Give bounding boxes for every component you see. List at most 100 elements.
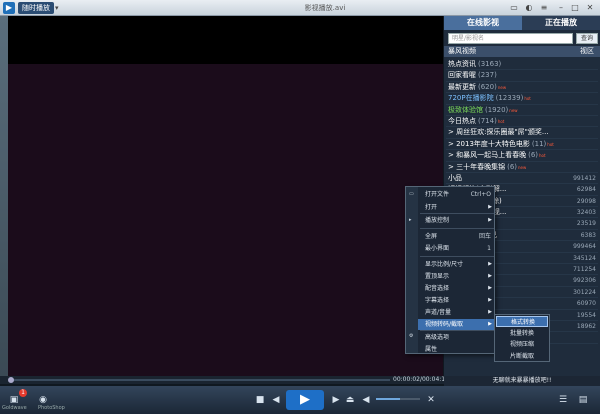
channel-views: 711254 (573, 266, 596, 274)
channel-count: (237) (478, 71, 497, 80)
panel-toggle-icon[interactable]: ▤ (576, 392, 590, 408)
channel-item[interactable]: > 周丝狂欢:探乐圈最"屌"颁奖... (446, 127, 598, 139)
channel-item[interactable]: 小品 991412 (446, 173, 598, 185)
submenu-item[interactable]: 视频压缩 (496, 339, 548, 350)
maximize-button[interactable]: □ (569, 2, 581, 14)
channel-item[interactable]: > 和暴风一起马上看春晚 (6)hot (446, 150, 598, 162)
app-name-button[interactable]: 随时播放 (18, 2, 54, 14)
menu-separator (420, 256, 494, 257)
submenu-item[interactable]: 格式转换 (496, 316, 548, 327)
channel-item[interactable]: 极致体验馆 (1920)new (446, 105, 598, 116)
channel-item[interactable]: 今日热点 (714)hot (446, 116, 598, 128)
category-dropdown[interactable]: 暴风视频 视区 (444, 46, 600, 57)
menu-item[interactable]: 高级选项 (418, 332, 495, 343)
video-area[interactable] (8, 16, 443, 380)
volume-slider[interactable] (376, 398, 400, 400)
channel-label: 热点资讯 (448, 60, 476, 68)
channel-views: 19554 (576, 311, 596, 319)
seek-handle[interactable] (8, 377, 14, 383)
channel-views: 345124 (573, 254, 596, 262)
submenu-item[interactable]: 批量转换 (496, 328, 548, 339)
list-icon[interactable]: ☰ (556, 392, 570, 408)
title-bar: ▶ 随时播放 ▾ 影视播放.avi ▭ ◐ ≡ – □ ✕ (0, 0, 600, 16)
volume-slider-track[interactable] (400, 398, 420, 400)
channel-item[interactable]: 720P在播影院 (12339)hot (446, 93, 598, 105)
panel-tabs: 在线影视 正在播放 (444, 16, 600, 30)
menu-icon[interactable]: ≡ (538, 2, 550, 14)
menu-icon-column (406, 187, 418, 353)
menu-item-label: 播放控制 (425, 217, 450, 224)
minimize-button[interactable]: – (555, 2, 567, 14)
search-button[interactable]: 查询 (576, 33, 598, 44)
menu-item[interactable]: 显示比例/尺寸 ▶ (418, 259, 495, 270)
chevron-right-icon: ▶ (488, 285, 492, 291)
menu-item[interactable]: 声道/音量 ▶ (418, 307, 495, 318)
menu-item-label: 全屏 (425, 233, 438, 240)
desktop-background (0, 16, 8, 376)
chevron-down-icon[interactable]: ▾ (55, 2, 59, 14)
menu-item[interactable]: 属性 (418, 344, 495, 355)
hot-badge: hot (524, 96, 531, 102)
promo-text[interactable]: 无聊就来暴暴播放吧!! (444, 376, 600, 386)
chevron-right-icon: ▶ (488, 204, 492, 210)
menu-item-label: 显示比例/尺寸 (425, 261, 464, 268)
channel-label: > 周丝狂欢:探乐圈最"屌"颁奖... (448, 128, 549, 137)
previous-button[interactable]: ◀ (270, 392, 282, 408)
volume-icon[interactable]: ◀ (360, 392, 372, 408)
channel-views: 62984 (576, 186, 596, 194)
channel-item[interactable]: 回家看喔 (237) (446, 70, 598, 82)
menu-item[interactable]: 配音选择 ▶ (418, 283, 495, 294)
channel-item[interactable]: 最新更新 (620)new (446, 82, 598, 94)
new-badge: new (497, 84, 507, 90)
hot-badge: hot (547, 141, 554, 147)
play-button[interactable]: ▶ (286, 390, 324, 410)
chevron-right-icon: ▶ (488, 217, 492, 223)
menu-separator (420, 330, 494, 331)
menu-item[interactable]: 播放控制 ▶ (418, 215, 495, 226)
tab-now-playing[interactable]: 正在播放 (522, 16, 600, 30)
menu-item[interactable]: 字幕选择 ▶ (418, 295, 495, 306)
desktop-caption-goldwave: Goldwave (2, 405, 27, 411)
eject-button[interactable]: ⏏ (344, 392, 356, 408)
context-menu: 打开文件 Ctrl+O 打开 ▶ 播放控制 ▶ 全屏 回车 最小界面 1 显示比例/尺寸 ▶ 置顶显示 ▶… (405, 186, 495, 354)
menu-item[interactable]: 全屏 回车 (418, 231, 495, 242)
menu-item[interactable]: 打开文件 Ctrl+O (418, 189, 495, 200)
hot-badge: hot (539, 153, 546, 159)
menu-item[interactable]: 视频转码/截取 ▶ (418, 319, 495, 330)
channel-count: (714) (478, 116, 497, 125)
chevron-right-icon: ▶ (488, 309, 492, 315)
menu-item[interactable]: 打开 ▶ (418, 202, 495, 213)
close-button[interactable]: ✕ (584, 2, 596, 14)
skin-icon[interactable]: ◐ (523, 2, 535, 14)
menu-item-label: 声道/音量 (425, 309, 452, 316)
channel-label: 小品 (448, 173, 462, 182)
menu-separator (420, 213, 494, 214)
player-window: ▶ 随时播放 ▾ 影视播放.avi ▭ ◐ ≡ – □ ✕ 在线影视 正在播放 … (0, 0, 600, 414)
message-icon[interactable]: ▭ (508, 2, 520, 14)
menu-item-label: 属性 (425, 346, 438, 353)
menu-item-label: 置顶显示 (425, 273, 450, 280)
channel-item[interactable]: > 三十年春晚集锦 (6)new (446, 162, 598, 173)
shuffle-icon[interactable]: ✕ (424, 392, 438, 408)
menu-item[interactable]: 最小界面 1 (418, 243, 495, 254)
notification-badge: 1 (19, 389, 27, 397)
settings-icon: ⚙ (409, 333, 414, 339)
desktop-caption-photoshop: PhotoShop (38, 405, 65, 411)
submenu-item[interactable]: 片断截取 (496, 351, 548, 362)
search-input[interactable]: 明星/影视名 (448, 33, 573, 44)
view-toggle[interactable]: 视区 (580, 46, 594, 57)
menu-item-label: 高级选项 (425, 334, 450, 341)
next-button[interactable]: ▶ (330, 392, 342, 408)
window-title: 影视播放.avi (304, 4, 346, 12)
play-control-icon: ▸ (409, 217, 412, 223)
channel-item[interactable]: > 2013年度十大特色电影 (11)hot (446, 139, 598, 151)
menu-item[interactable]: 置顶显示 ▶ (418, 271, 495, 282)
channel-item[interactable]: 热点资讯 (3163) (446, 59, 598, 71)
seek-bar[interactable] (12, 379, 390, 381)
menu-item-shortcut: Ctrl+O (470, 191, 491, 198)
app-logo-icon[interactable]: ▶ (3, 2, 15, 14)
channel-count: (1920) (485, 105, 509, 114)
menu-separator (420, 228, 494, 229)
stop-button[interactable]: ■ (254, 392, 266, 408)
tab-online-video[interactable]: 在线影视 (444, 16, 522, 30)
